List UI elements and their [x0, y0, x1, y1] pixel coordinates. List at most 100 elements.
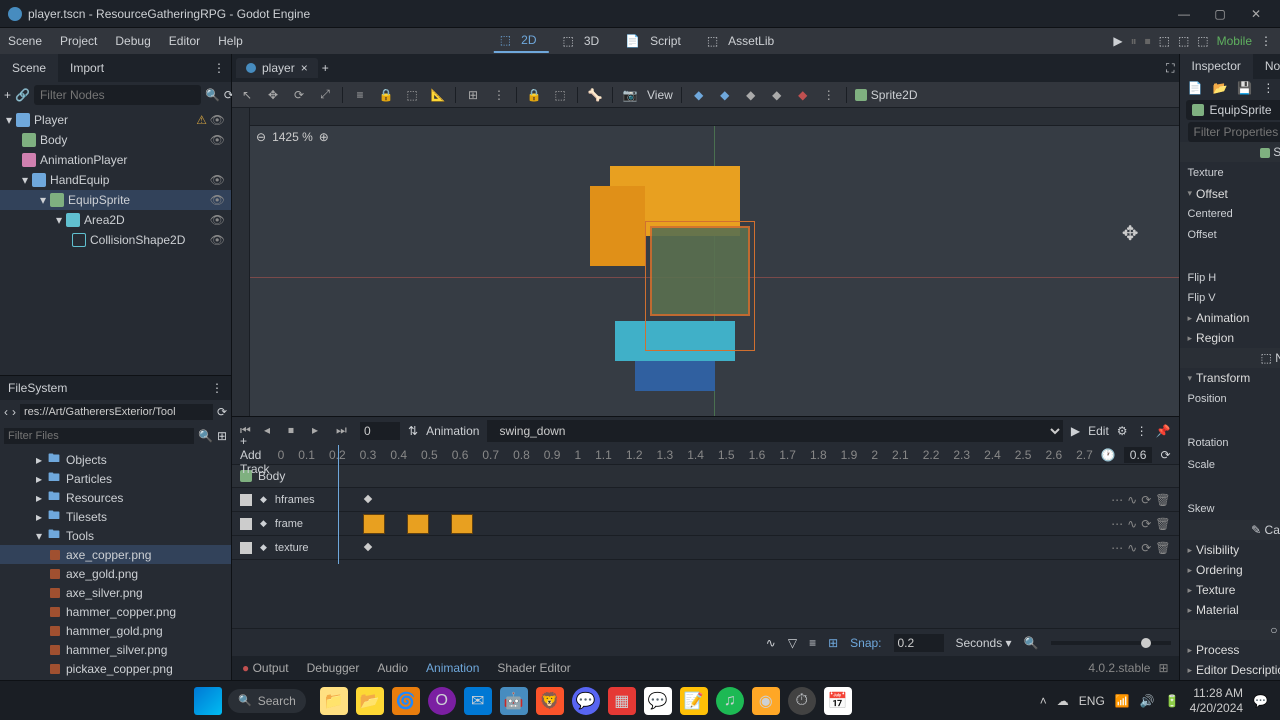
snap-icon[interactable]: ⊞: [828, 636, 838, 650]
anim-play-button[interactable]: ⏭: [336, 423, 352, 439]
snap-options[interactable]: ⋮: [490, 86, 508, 104]
file-pickaxe-copper[interactable]: pickaxe_copper.png: [0, 659, 231, 678]
tray-clock[interactable]: 11:28 AM 4/20/2024: [1190, 686, 1243, 715]
sprite2d-badge[interactable]: Sprite2D: [855, 88, 918, 102]
section-region[interactable]: ▸Region: [1180, 328, 1280, 348]
track-delete[interactable]: 🗑: [1155, 541, 1170, 555]
animation-menu[interactable]: Animation: [426, 424, 479, 438]
scene-tab-player[interactable]: player ×: [236, 58, 318, 78]
select-tool[interactable]: ↖: [238, 86, 256, 104]
timeline-zoom-slider[interactable]: [1051, 641, 1171, 645]
anim-stop-button[interactable]: ⏹: [288, 423, 304, 439]
zoom-in-button[interactable]: ⊕: [319, 130, 329, 144]
inspector-node-select[interactable]: EquipSprite ▾: [1186, 100, 1280, 120]
insp-save-icon[interactable]: 💾: [1237, 81, 1252, 95]
track-ctl[interactable]: ⟳: [1141, 541, 1151, 555]
tray-up-icon[interactable]: ˄: [1040, 694, 1047, 708]
anim-length[interactable]: 0.6: [1124, 447, 1153, 463]
track-enabled-check[interactable]: [240, 518, 252, 530]
folder-objects[interactable]: ▸🖿Objects: [0, 450, 231, 469]
start-button[interactable]: [194, 687, 222, 715]
key-tool-4[interactable]: ◆: [768, 86, 786, 104]
insp-new-icon[interactable]: 📄: [1188, 81, 1203, 95]
task-notes[interactable]: 📝: [680, 687, 708, 715]
menu-scene[interactable]: Scene: [8, 34, 42, 48]
tab-scene[interactable]: Scene: [0, 54, 58, 82]
snap-value-input[interactable]: [894, 634, 944, 652]
task-explorer[interactable]: 📁: [320, 687, 348, 715]
viewport-2d[interactable]: ✥ ⊖ 1425 % ⊕: [232, 108, 1179, 416]
track-ctl[interactable]: ∿: [1127, 493, 1137, 507]
track-group-body[interactable]: Body: [232, 465, 1179, 488]
warning-icon[interactable]: ⚠: [196, 113, 207, 127]
tab-output[interactable]: ● Output: [242, 661, 289, 675]
key-tool-3[interactable]: ◆: [742, 86, 760, 104]
insp-menu-icon[interactable]: ⋮: [1262, 81, 1274, 95]
play-scene-button[interactable]: ⬚: [1159, 34, 1170, 48]
track-enabled-check[interactable]: [240, 542, 252, 554]
visibility-icon[interactable]: 👁: [210, 173, 225, 187]
key-tool-5[interactable]: ◆: [794, 86, 812, 104]
zoom-out-button[interactable]: ⊖: [256, 130, 266, 144]
override-camera[interactable]: 📷: [621, 86, 639, 104]
section-editor-desc[interactable]: ▸Editor Description: [1180, 660, 1280, 680]
zoom-slider-icon[interactable]: 🔍: [1024, 636, 1039, 650]
panel-menu-icon[interactable]: ⋮: [207, 61, 231, 75]
anim-pin-icon[interactable]: 📌: [1156, 424, 1171, 438]
selection-rect[interactable]: [645, 221, 755, 351]
file-hammer-silver[interactable]: hammer_silver.png: [0, 640, 231, 659]
menu-more[interactable]: ⋮: [1260, 34, 1272, 48]
track-ctl[interactable]: ∿: [1127, 517, 1137, 531]
pause-button[interactable]: ⏸: [1131, 34, 1137, 49]
lock2-tool[interactable]: 🔒: [525, 86, 543, 104]
anim-tool-2[interactable]: ⋮: [1136, 424, 1148, 438]
anim-next-button[interactable]: ▸: [312, 423, 328, 439]
track-ctl[interactable]: ∿: [1127, 541, 1137, 555]
node-collisionshape2d[interactable]: CollisionShape2D👁: [0, 230, 231, 250]
track-hframes[interactable]: ◆ hframes ⋯∿⟳🗑: [232, 488, 1179, 512]
keyframe-sprite[interactable]: [451, 514, 473, 534]
maximize-button[interactable]: ▢: [1204, 4, 1236, 24]
sprite-character[interactable]: [590, 166, 760, 396]
task-messenger[interactable]: 💬: [644, 687, 672, 715]
visibility-icon[interactable]: 👁: [210, 233, 225, 247]
task-app-3[interactable]: ◉: [752, 687, 780, 715]
time-unit-select[interactable]: Seconds ▾: [956, 636, 1012, 650]
view-menu[interactable]: View: [647, 88, 673, 102]
group2-tool[interactable]: ⬚: [551, 86, 569, 104]
fs-menu-icon[interactable]: ⋮: [211, 381, 223, 395]
instance-button[interactable]: 🔗: [15, 88, 30, 102]
mode-3d[interactable]: ⬚ 3D: [556, 29, 611, 53]
edit-menu[interactable]: Edit: [1088, 424, 1109, 438]
timeline[interactable]: 00.10.20.30.40.50.60.70.80.911.11.21.31.…: [278, 448, 1093, 462]
tab-audio[interactable]: Audio: [377, 661, 408, 675]
distraction-free-icon[interactable]: ⛶: [1166, 61, 1174, 76]
autoplay-icon[interactable]: ▶: [1071, 424, 1080, 438]
track-delete[interactable]: 🗑: [1155, 517, 1170, 531]
file-hammer-gold[interactable]: hammer_gold.png: [0, 621, 231, 640]
visibility-icon[interactable]: 👁: [210, 113, 225, 127]
renderer-select[interactable]: Mobile: [1217, 34, 1252, 48]
tray-lang[interactable]: ENG: [1079, 694, 1105, 708]
filter-icon[interactable]: ▽: [788, 636, 797, 650]
section-texture[interactable]: ▸Texture: [1180, 580, 1280, 600]
search-icon[interactable]: 🔍: [198, 429, 213, 443]
node-animationplayer[interactable]: AnimationPlayer: [0, 150, 231, 170]
timeline-cursor[interactable]: [338, 445, 339, 564]
task-app-2[interactable]: ▦: [608, 687, 636, 715]
file-axe-gold[interactable]: axe_gold.png: [0, 564, 231, 583]
track-ctl[interactable]: ⋯: [1111, 493, 1123, 507]
close-tab-icon[interactable]: ×: [301, 61, 308, 75]
file-axe-silver[interactable]: axe_silver.png: [0, 583, 231, 602]
task-brave[interactable]: 🦁: [536, 687, 564, 715]
scale-tool[interactable]: ⤢: [316, 86, 334, 104]
keyframe[interactable]: [364, 495, 372, 503]
anim-time-input[interactable]: [360, 422, 400, 440]
task-app-4[interactable]: ⏱: [788, 687, 816, 715]
key-tool-1[interactable]: ◆: [690, 86, 708, 104]
group-tool[interactable]: ⬚: [403, 86, 421, 104]
track-ctl[interactable]: ⋯: [1111, 541, 1123, 555]
track-enabled-check[interactable]: [240, 494, 252, 506]
add-node-button[interactable]: +: [4, 88, 11, 102]
tab-debugger[interactable]: Debugger: [307, 661, 360, 675]
